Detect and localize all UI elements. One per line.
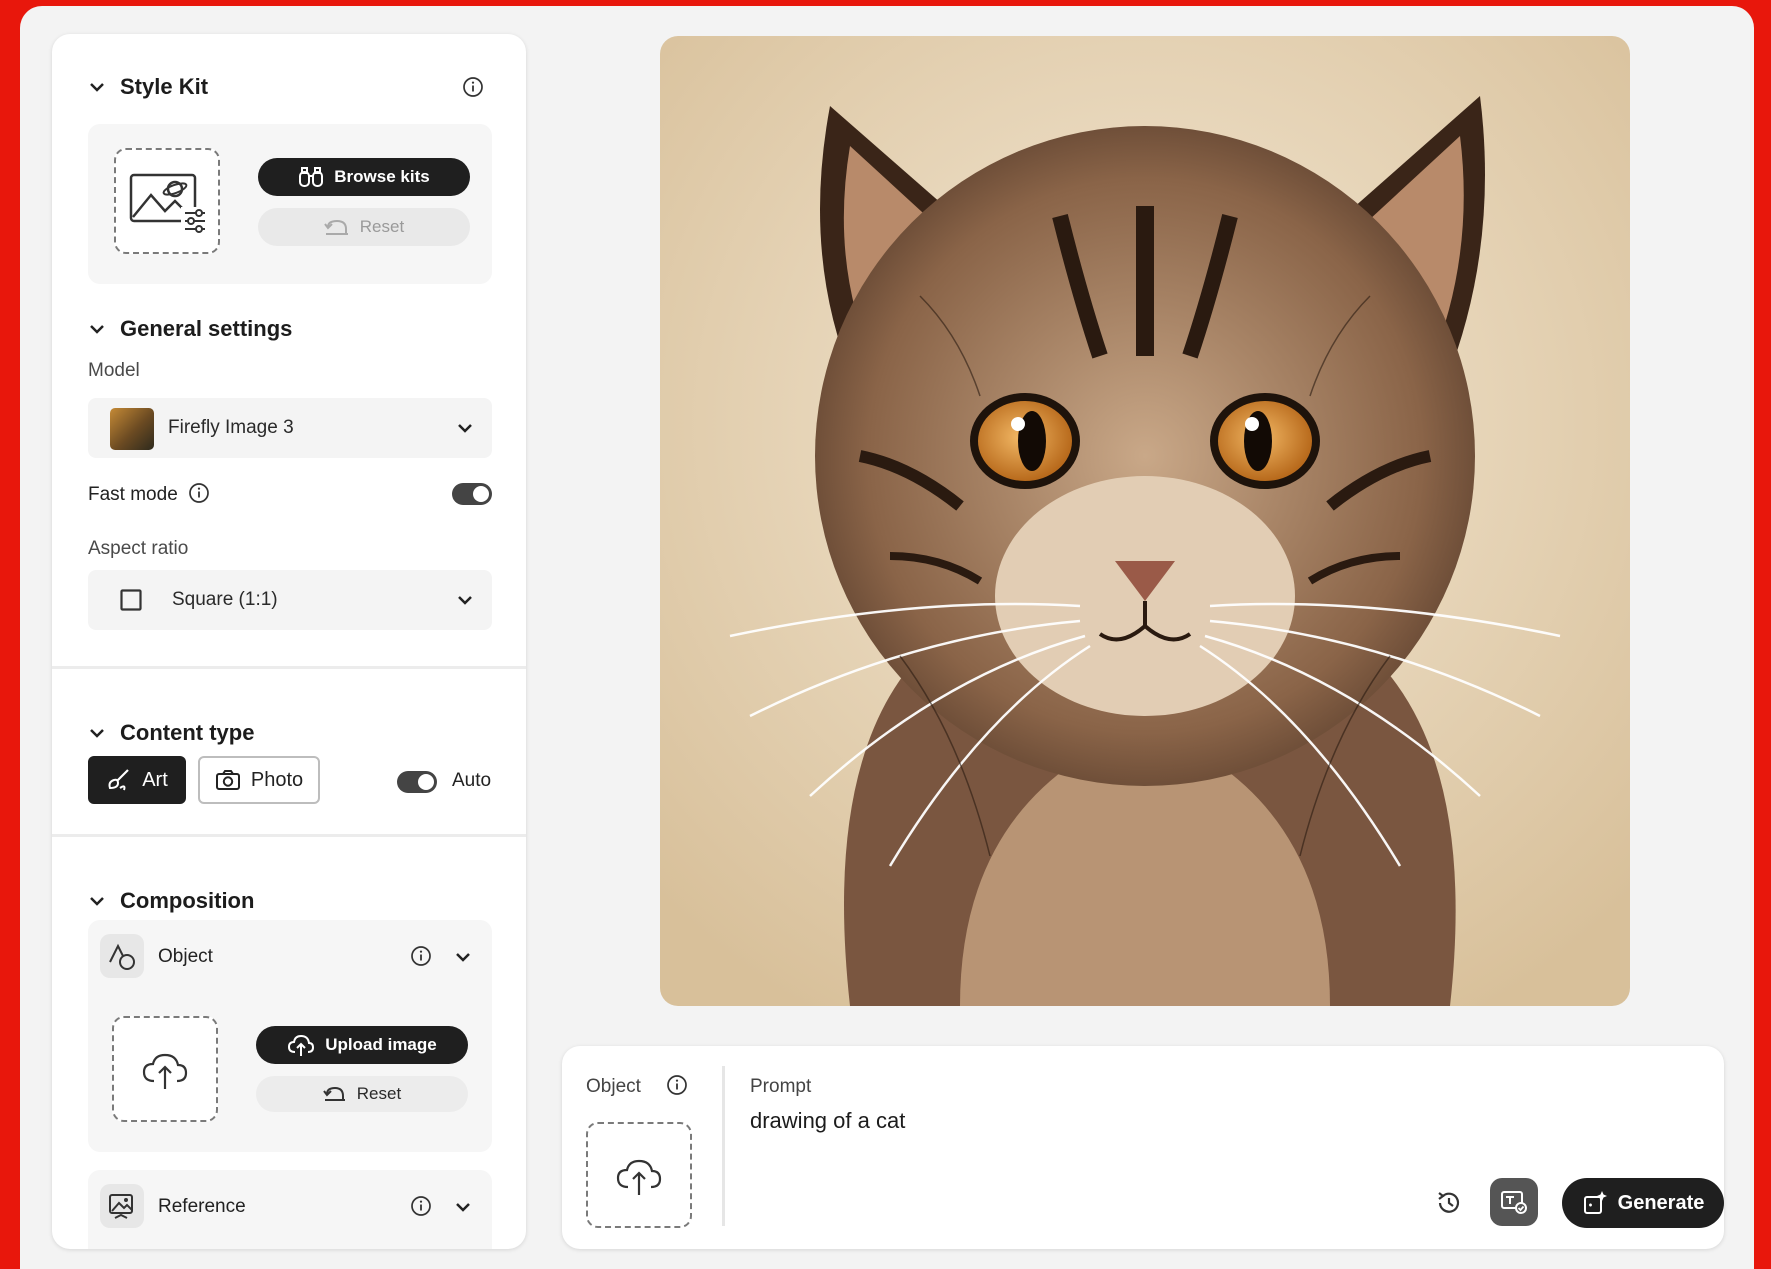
cloud-upload-icon	[288, 1034, 315, 1056]
fast-mode-toggle[interactable]	[452, 483, 492, 505]
style-kit-box: Browse kits Reset	[88, 124, 492, 284]
camera-icon	[215, 770, 240, 790]
generate-label: Generate	[1617, 1191, 1705, 1214]
image-settings-icon	[129, 173, 207, 233]
chevron-down-icon[interactable]	[454, 1198, 472, 1216]
chevron-down-icon	[90, 897, 104, 906]
cloud-upload-icon	[616, 1159, 662, 1195]
model-value: Firefly Image 3	[168, 417, 294, 438]
reference-label: Reference	[158, 1196, 246, 1217]
prompt-settings-button[interactable]	[1490, 1178, 1538, 1226]
aspect-ratio-label: Aspect ratio	[88, 538, 189, 559]
general-settings-title: General settings	[120, 316, 293, 341]
generate-sparkle-icon	[1583, 1191, 1607, 1214]
photo-label: Photo	[250, 768, 304, 791]
reference-box[interactable]: Reference	[88, 1170, 492, 1249]
aspect-ratio-value: Square (1:1)	[172, 589, 278, 610]
style-kit-reset-label: Reset	[359, 217, 405, 236]
settings-panel: Style Kit Browse kits Reset General sett…	[52, 34, 526, 1249]
style-kit-header[interactable]: Style Kit	[88, 74, 208, 100]
divider	[52, 834, 526, 837]
text-check-icon	[1501, 1191, 1527, 1214]
auto-label: Auto	[452, 770, 492, 791]
cat-drawing-image	[660, 36, 1630, 1006]
object-icon-tile	[100, 934, 144, 978]
object-box: Object Upload image Reset	[88, 920, 492, 1152]
object-upload-tile[interactable]	[112, 1016, 218, 1122]
prompt-object-label: Object	[586, 1076, 641, 1097]
prompt-input[interactable]: drawing of a cat	[750, 1108, 1450, 1134]
info-icon[interactable]	[410, 1195, 432, 1217]
style-kit-reset-button[interactable]: Reset	[258, 208, 470, 246]
undo-icon	[323, 219, 348, 235]
cloud-upload-icon	[142, 1053, 188, 1089]
undo-icon	[322, 1086, 345, 1101]
upload-image-label: Upload image	[325, 1035, 437, 1054]
info-icon[interactable]	[462, 76, 484, 98]
info-icon[interactable]	[188, 482, 210, 504]
chevron-down-icon	[90, 729, 104, 738]
browse-kits-button[interactable]: Browse kits	[258, 158, 470, 196]
model-label: Model	[88, 360, 140, 381]
chevron-down-icon	[458, 596, 472, 605]
composition-title: Composition	[120, 888, 255, 913]
style-kit-thumbnail[interactable]	[114, 148, 220, 254]
auto-toggle[interactable]	[397, 771, 437, 793]
upload-image-button[interactable]: Upload image	[256, 1026, 468, 1064]
chevron-down-icon[interactable]	[454, 948, 472, 966]
divider	[52, 666, 526, 669]
content-type-art-button[interactable]: Art	[88, 756, 186, 804]
object-reset-label: Reset	[356, 1084, 402, 1103]
chevron-down-icon	[90, 83, 104, 92]
chevron-down-icon	[90, 325, 104, 334]
object-reset-button[interactable]: Reset	[256, 1076, 468, 1112]
shapes-icon	[109, 943, 135, 970]
aspect-ratio-select[interactable]: Square (1:1)	[88, 570, 492, 630]
fast-mode-label: Fast mode	[88, 484, 178, 505]
composition-header[interactable]: Composition	[88, 888, 254, 914]
prompt-object-upload-tile[interactable]	[586, 1122, 692, 1228]
prompt-label: Prompt	[750, 1076, 812, 1097]
info-icon[interactable]	[666, 1074, 688, 1096]
divider	[722, 1066, 725, 1226]
prompt-bar: Object Prompt drawing of a cat Generate	[562, 1046, 1724, 1249]
app-window: Style Kit Browse kits Reset General sett…	[20, 6, 1754, 1269]
history-icon[interactable]	[1434, 1188, 1464, 1218]
style-kit-title: Style Kit	[120, 74, 209, 99]
brush-icon	[108, 769, 129, 791]
binoculars-icon	[299, 167, 324, 187]
content-type-photo-button[interactable]: Photo	[198, 756, 320, 804]
reference-icon-tile	[100, 1184, 144, 1228]
info-icon[interactable]	[410, 945, 432, 967]
content-type-header[interactable]: Content type	[88, 720, 254, 746]
chevron-down-icon	[458, 424, 472, 433]
square-icon	[120, 589, 142, 611]
generate-button[interactable]: Generate	[1562, 1178, 1724, 1228]
art-label: Art	[142, 768, 168, 791]
model-select[interactable]: Firefly Image 3	[88, 398, 492, 458]
image-reference-icon	[109, 1194, 133, 1219]
content-type-title: Content type	[120, 720, 255, 745]
general-settings-header[interactable]: General settings	[88, 316, 292, 342]
model-thumbnail	[110, 408, 154, 450]
browse-kits-label: Browse kits	[334, 167, 430, 186]
object-label: Object	[158, 946, 213, 967]
generated-image[interactable]	[660, 36, 1630, 1006]
